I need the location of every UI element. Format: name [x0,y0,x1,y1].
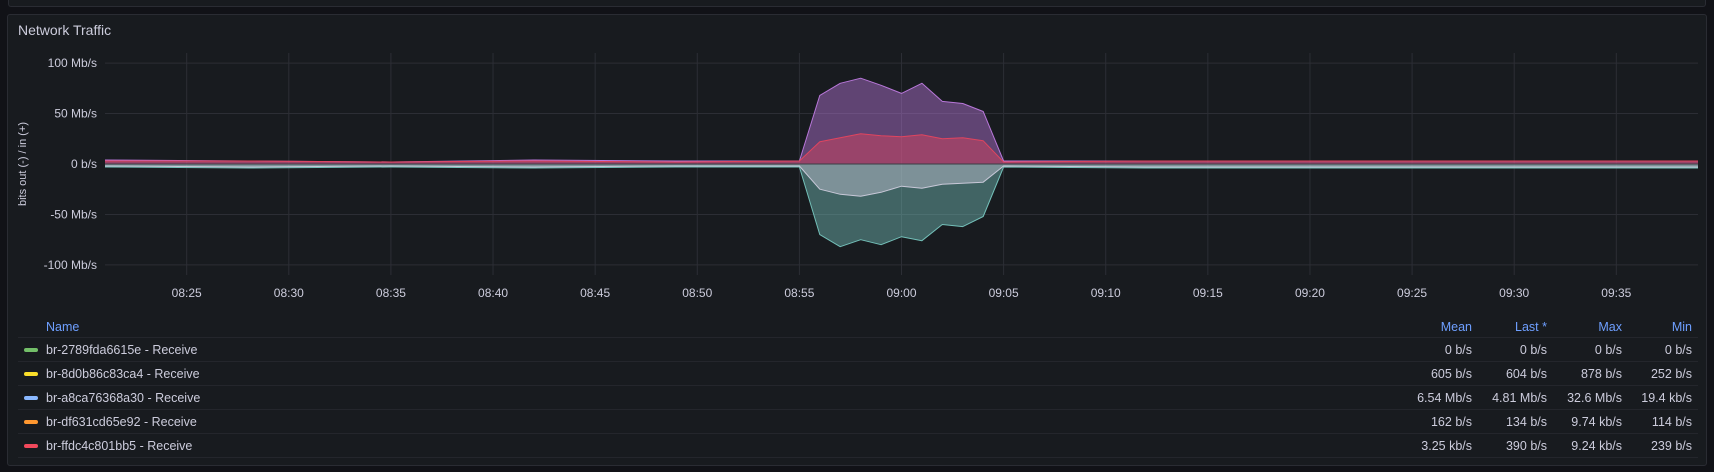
legend-last-value: 390 b/s [1505,438,1547,453]
x-tick-label: 08:40 [478,286,508,300]
x-tick-label: 09:00 [886,286,916,300]
x-tick-label: 08:45 [580,286,610,300]
y-tick-label: 100 Mb/s [48,56,97,70]
legend-row[interactable]: br-8d0b86c83ca4 - Receive 605 b/s 604 b/s 8… [18,361,1698,385]
series-label: br-8d0b86c83ca4 - Receive [46,366,200,381]
series-label: br-a8ca76368a30 - Receive [46,390,201,405]
y-axis-label: bits out (-) / in (+) [17,122,29,206]
legend-last-value: 4.81 Mb/s [1492,390,1547,405]
legend-row[interactable]: br-ffdc4c801bb5 - Receive 3.25 kb/s 390 b/… [18,433,1698,458]
legend-min-value: 252 b/s [1650,366,1692,381]
x-tick-label: 09:30 [1499,286,1529,300]
legend-header-row: Name Mean Last * Max Min [18,317,1698,337]
legend-table: Name Mean Last * Max Min br-2789fda6615e… [18,317,1698,458]
legend-min-value: 0 b/s [1664,342,1692,357]
legend-max-value: 878 b/s [1580,366,1622,381]
legend-row[interactable]: br-df631cd65e92 - Receive 162 b/s 134 b/s 9… [18,409,1698,433]
legend-min-value: 114 b/s [1651,414,1692,429]
series-color-swatch [24,419,38,424]
legend-header-max[interactable]: Max [1549,320,1624,334]
legend-series-name[interactable]: br-ffdc4c801bb5 - Receive [18,439,1396,453]
series-color-swatch [24,395,38,400]
legend-mean-value: 6.54 Mb/s [1417,390,1472,405]
y-tick-label: -100 Mb/s [44,258,97,272]
legend-series-name[interactable]: br-8d0b86c83ca4 - Receive [18,367,1396,381]
legend-row[interactable]: br-2789fda6615e - Receive 0 b/s 0 b/s 0 b/s… [18,337,1698,361]
x-tick-label: 09:35 [1601,286,1631,300]
legend-max-value: 9.74 kb/s [1571,414,1622,429]
legend-last-value: 134 b/s [1505,414,1547,429]
time-series-chart[interactable]: 100 Mb/s 50 Mb/s 0 b/s -50 Mb/s -100 Mb/s 08:… [8,15,1706,315]
x-tick-label: 09:20 [1295,286,1325,300]
legend-mean-value: 0 b/s [1444,342,1472,357]
series-label: br-2789fda6615e - Receive [46,342,198,357]
previous-panel-edge [0,0,1714,8]
series-color-swatch [24,443,38,448]
x-tick-label: 09:05 [989,286,1019,300]
y-tick-label: 50 Mb/s [54,107,97,121]
series-label: br-ffdc4c801bb5 - Receive [46,438,193,453]
x-tick-label: 08:35 [376,286,406,300]
series-label: br-df631cd65e92 - Receive [46,414,197,429]
network-traffic-panel: Network Traffic 100 Mb/s 50 Mb/s 0 b/s -50 … [7,14,1707,466]
x-tick-label: 08:50 [682,286,712,300]
x-tick-label: 08:55 [784,286,814,300]
legend-series-name[interactable]: br-df631cd65e92 - Receive [18,415,1396,429]
legend-header-last[interactable]: Last * [1474,320,1549,334]
x-tick-label: 09:15 [1193,286,1223,300]
legend-series-name[interactable]: br-2789fda6615e - Receive [18,343,1396,357]
x-tick-label: 08:25 [172,286,202,300]
x-tick-label: 08:30 [274,286,304,300]
y-tick-label: 0 b/s [71,157,97,171]
y-tick-label: -50 Mb/s [50,207,97,221]
legend-row[interactable]: br-a8ca76368a30 - Receive 6.54 Mb/s 4.81 M… [18,385,1698,409]
legend-last-value: 0 b/s [1519,342,1547,357]
legend-min-value: 19.4 kb/s [1641,390,1692,405]
legend-mean-value: 162 b/s [1430,414,1472,429]
legend-header-mean[interactable]: Mean [1396,320,1474,334]
legend-header-name[interactable]: Name [18,320,1396,334]
x-tick-label: 09:25 [1397,286,1427,300]
x-tick-label: 09:10 [1091,286,1121,300]
legend-max-value: 32.6 Mb/s [1567,390,1622,405]
series-area-1 [105,133,1698,164]
legend-max-value: 0 b/s [1594,342,1622,357]
series-color-swatch [24,347,38,352]
legend-mean-value: 605 b/s [1430,366,1472,381]
legend-min-value: 239 b/s [1650,438,1692,453]
legend-last-value: 604 b/s [1505,366,1547,381]
legend-max-value: 9.24 kb/s [1571,438,1622,453]
legend-header-min[interactable]: Min [1624,320,1698,334]
series-color-swatch [24,371,38,376]
legend-series-name[interactable]: br-a8ca76368a30 - Receive [18,391,1396,405]
legend-mean-value: 3.25 kb/s [1421,438,1472,453]
